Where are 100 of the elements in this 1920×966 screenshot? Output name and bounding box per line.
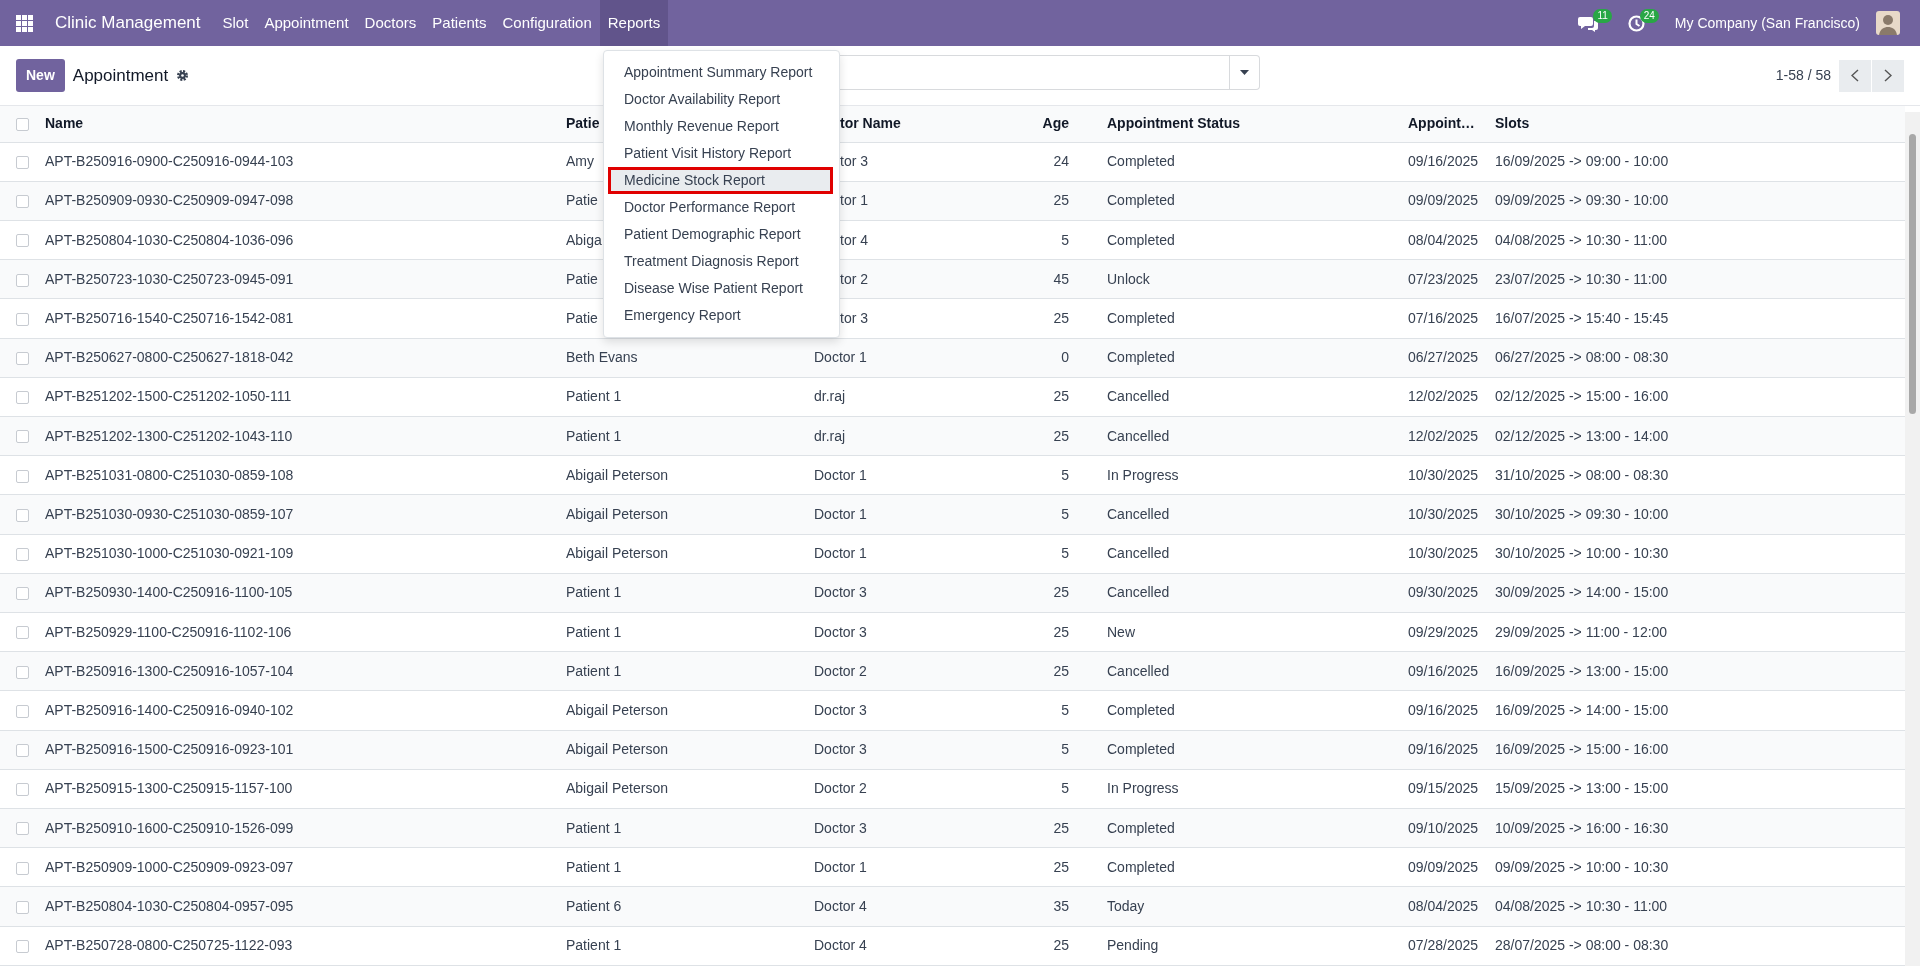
- table-cell: Patient 1: [558, 377, 806, 417]
- previous-button[interactable]: [1839, 59, 1871, 92]
- row-checkbox[interactable]: [16, 312, 29, 326]
- row-checkbox[interactable]: [16, 469, 29, 483]
- menu-item[interactable]: Reports: [599, 0, 669, 46]
- new-button[interactable]: New: [16, 59, 65, 92]
- table-cell: APT-B251030-1000-C251030-0921-109: [37, 534, 558, 574]
- table-cell: Doctor 1: [806, 494, 1000, 535]
- row-checkbox[interactable]: [16, 783, 29, 797]
- table-cell: 25: [1000, 926, 1099, 966]
- table-cell: APT-B250627-0800-C250627-1818-042: [37, 338, 558, 378]
- table-cell: APT-B250909-0930-C250909-0947-098: [37, 181, 558, 221]
- row-checkbox[interactable]: [16, 155, 29, 169]
- dropdown-item[interactable]: Appointment Summary Report: [604, 59, 839, 86]
- company-switcher[interactable]: My Company (San Francisco): [1674, 12, 1860, 34]
- table-cell: 16/09/2025 -> 09:00 - 10:00: [1487, 142, 1905, 182]
- select-all-checkbox[interactable]: [16, 118, 29, 132]
- menu-item[interactable]: Patients: [424, 0, 495, 46]
- clock-icon[interactable]: [1627, 14, 1645, 32]
- table-cell: 09/16/2025: [1400, 651, 1487, 691]
- row-checkbox[interactable]: [16, 822, 29, 836]
- row-checkbox[interactable]: [16, 587, 29, 601]
- row-checkbox[interactable]: [16, 940, 29, 954]
- table-cell: Abigail Peterson: [558, 769, 806, 809]
- user-avatar[interactable]: [1876, 11, 1900, 35]
- row-checkbox[interactable]: [16, 430, 29, 444]
- gear-icon[interactable]: [176, 69, 190, 82]
- chat-icon[interactable]: [1577, 14, 1598, 32]
- row-checkbox[interactable]: [16, 195, 29, 209]
- page-title: Appointment: [72, 64, 169, 87]
- table-cell: APT-B250915-1300-C250915-1157-100: [37, 769, 558, 809]
- app-title[interactable]: Clinic Management: [47, 0, 209, 46]
- table-cell: 30/10/2025 -> 10:00 - 10:30: [1487, 534, 1905, 574]
- table-cell: 5: [1000, 769, 1099, 809]
- row-checkbox[interactable]: [16, 391, 29, 405]
- row-checkbox[interactable]: [16, 743, 29, 757]
- table-cell: New: [1099, 612, 1400, 652]
- table-cell: 25: [1000, 808, 1099, 848]
- app-grid-icon[interactable]: [16, 14, 33, 32]
- table-cell: 16/09/2025 -> 15:00 - 16:00: [1487, 730, 1905, 770]
- row-checkbox[interactable]: [16, 704, 29, 718]
- chevron-left-icon: [1851, 69, 1859, 82]
- table-cell: 04/08/2025 -> 10:30 - 11:00: [1487, 220, 1905, 260]
- table-cell: APT-B250910-1600-C250910-1526-099: [37, 808, 558, 848]
- table-cell: 09/09/2025 -> 10:00 - 10:30: [1487, 847, 1905, 887]
- menu-item[interactable]: Configuration: [494, 0, 600, 46]
- table-cell: Patient 1: [558, 612, 806, 652]
- column-header[interactable]: Name: [37, 106, 558, 142]
- table-cell: 25: [1000, 298, 1099, 338]
- table-cell: 25: [1000, 573, 1099, 613]
- table-cell: 25: [1000, 416, 1099, 456]
- table-cell: 28/07/2025 -> 08:00 - 08:30: [1487, 926, 1905, 966]
- table-cell: APT-B251030-0930-C251030-0859-107: [37, 494, 558, 535]
- pager-value: 1-58 / 58: [1775, 66, 1831, 85]
- table-cell: dr.raj: [806, 377, 1000, 417]
- table-cell: 09/16/2025: [1400, 142, 1487, 182]
- column-header[interactable]: Age: [1000, 106, 1099, 142]
- scrollbar[interactable]: [1905, 112, 1920, 966]
- dropdown-item[interactable]: Medicine Stock Report: [608, 167, 833, 194]
- table-cell: 09/09/2025: [1400, 181, 1487, 221]
- row-checkbox[interactable]: [16, 626, 29, 640]
- next-button[interactable]: [1872, 59, 1904, 92]
- table-cell: Completed: [1099, 181, 1400, 221]
- table-cell: 10/30/2025: [1400, 494, 1487, 535]
- table-cell: 25: [1000, 651, 1099, 691]
- column-header[interactable]: Appointment Status: [1099, 106, 1400, 142]
- table-cell: 09/30/2025: [1400, 573, 1487, 613]
- table-cell: dr.raj: [806, 416, 1000, 456]
- row-checkbox[interactable]: [16, 665, 29, 679]
- row-checkbox[interactable]: [16, 861, 29, 875]
- row-checkbox[interactable]: [16, 273, 29, 287]
- table-cell: Doctor 1: [806, 338, 1000, 378]
- table-cell: 25: [1000, 181, 1099, 221]
- table-cell: Cancelled: [1099, 573, 1400, 613]
- table-cell: Doctor 4: [806, 926, 1000, 966]
- row-checkbox[interactable]: [16, 351, 29, 365]
- table-cell: Abigail Peterson: [558, 690, 806, 731]
- table-cell: 10/30/2025: [1400, 455, 1487, 495]
- table-cell: 35: [1000, 886, 1099, 927]
- caret-icon: [1240, 70, 1249, 75]
- table-cell: 07/23/2025: [1400, 259, 1487, 299]
- column-header[interactable]: Slots: [1487, 106, 1905, 142]
- row-checkbox[interactable]: [16, 900, 29, 914]
- row-checkbox[interactable]: [16, 508, 29, 522]
- table-cell: Doctor 1: [806, 847, 1000, 887]
- row-checkbox[interactable]: [16, 234, 29, 248]
- table-cell: 08/04/2025: [1400, 886, 1487, 927]
- table-cell: Cancelled: [1099, 377, 1400, 417]
- menu-item[interactable]: Slot: [214, 0, 257, 46]
- row-checkbox[interactable]: [16, 547, 29, 561]
- menu-item[interactable]: Doctors: [356, 0, 425, 46]
- table-cell: 29/09/2025 -> 11:00 - 12:00: [1487, 612, 1905, 652]
- table-cell: Patient 1: [558, 926, 806, 966]
- search-field[interactable]: [840, 55, 1260, 90]
- count-badge: 11: [1593, 8, 1612, 23]
- column-header[interactable]: Appoint…: [1400, 106, 1487, 142]
- table-cell: 16/09/2025 -> 14:00 - 15:00: [1487, 690, 1905, 731]
- table-cell: APT-B250723-1030-C250723-0945-091: [37, 259, 558, 299]
- menu-item[interactable]: Appointment: [256, 0, 357, 46]
- table-cell: 16/09/2025 -> 13:00 - 15:00: [1487, 651, 1905, 691]
